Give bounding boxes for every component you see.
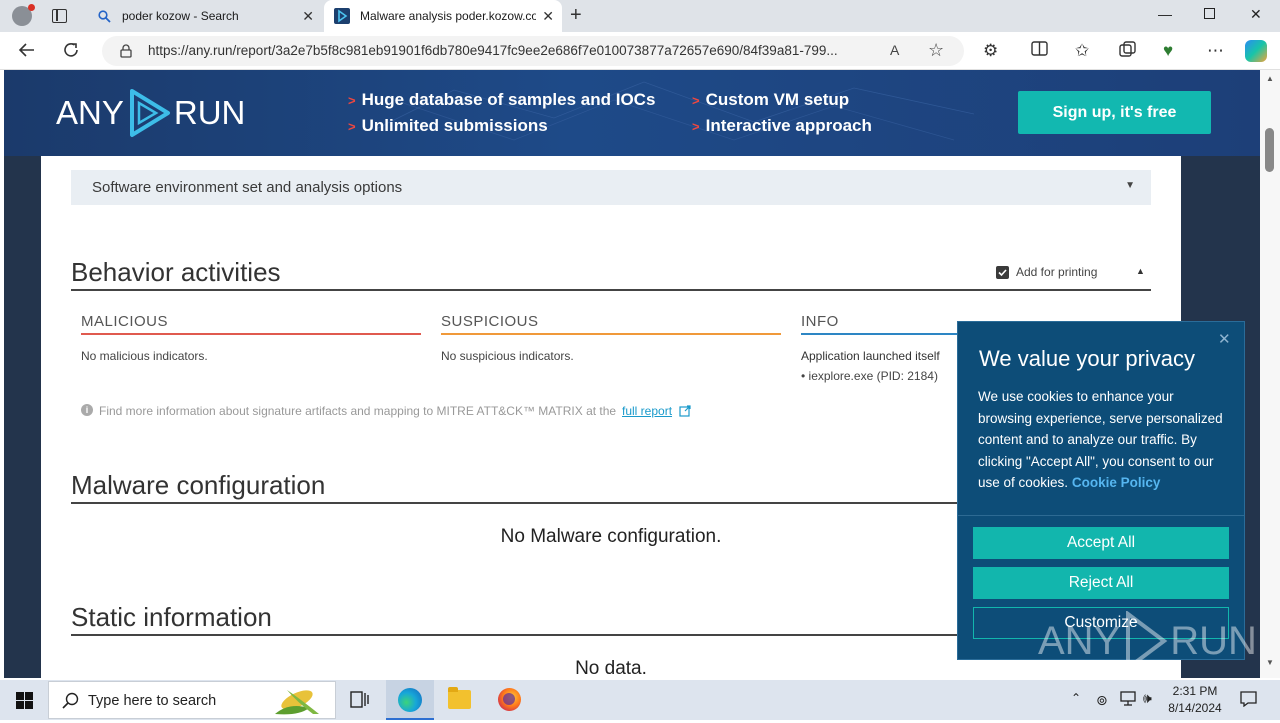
favorite-star-icon[interactable]: ☆ <box>928 40 944 61</box>
close-icon[interactable]: ✕ <box>1218 330 1231 348</box>
address-bar: https://any.run/report/3a2e7b5f8c981eb91… <box>0 32 1280 70</box>
close-window-icon[interactable]: ✕ <box>1250 6 1262 23</box>
world-map-decor <box>373 81 975 141</box>
malicious-line <box>81 333 421 335</box>
accept-all-button[interactable]: Accept All <box>973 527 1229 559</box>
banner-point: > Custom VM setup <box>692 90 850 109</box>
tab-search[interactable]: poder kozow - Search ✕ <box>86 0 322 32</box>
cookie-divider <box>958 515 1244 516</box>
page-scrollbar[interactable]: ▲ ▼ <box>1260 70 1280 678</box>
banner-point: > Interactive approach <box>692 116 872 135</box>
suspicious-line <box>441 333 781 335</box>
signup-button[interactable]: Sign up, it's free <box>1018 91 1211 134</box>
anyrun-watermark: ANY RUN <box>1038 608 1257 674</box>
collapse-icon[interactable]: ▲ <box>1136 266 1145 276</box>
corn-search-highlight-icon <box>269 684 327 718</box>
info-circle-icon: i <box>81 404 93 416</box>
scroll-down-icon[interactable]: ▼ <box>1266 658 1274 667</box>
network-icon[interactable] <box>1120 691 1136 711</box>
split-screen-icon[interactable] <box>1031 41 1048 61</box>
back-icon[interactable] <box>18 41 36 64</box>
tab-actions-icon[interactable] <box>52 9 67 23</box>
tray-app-icon[interactable]: ⊚ <box>1096 692 1108 709</box>
taskbar: Type here to search ⌃ ⊚ 🕪 2:31 PM 8/14/2… <box>0 680 1280 720</box>
extensions-icon[interactable]: ⚙ <box>983 41 998 61</box>
scrollbar-thumb[interactable] <box>1265 128 1274 172</box>
suspicious-heading: SUSPICIOUS <box>441 313 539 330</box>
task-view-icon[interactable] <box>350 691 369 713</box>
banner-point: > Huge database of samples and IOCs <box>348 90 656 109</box>
lock-icon[interactable] <box>120 44 132 63</box>
show-hidden-icons-icon[interactable]: ⌃ <box>1071 691 1081 705</box>
new-tab-icon[interactable]: + <box>570 4 582 27</box>
environment-options-label: Software environment set and analysis op… <box>92 179 403 196</box>
section-divider <box>71 289 1151 291</box>
more-menu-icon[interactable]: ⋯ <box>1207 41 1224 61</box>
mitre-note: Find more information about signature ar… <box>99 404 617 418</box>
static-info-text: No data. <box>575 658 647 678</box>
add-for-printing-label: Add for printing <box>1016 265 1098 279</box>
logo-text-right: RUN <box>173 94 246 131</box>
scroll-up-icon[interactable]: ▲ <box>1266 74 1274 83</box>
file-explorer-icon[interactable] <box>448 687 471 709</box>
info-text: Application launched itself <box>801 349 940 363</box>
chevron-down-icon[interactable]: ▼ <box>1125 180 1135 191</box>
malicious-heading: MALICIOUS <box>81 313 169 330</box>
performance-icon[interactable]: ♥ <box>1163 41 1173 61</box>
firefox-icon[interactable] <box>498 688 521 711</box>
info-item[interactable]: • iexplore.exe (PID: 2184) <box>801 369 938 383</box>
favorites-icon[interactable]: ✩ <box>1075 41 1089 61</box>
search-placeholder: Type here to search <box>88 693 217 709</box>
copilot-icon[interactable] <box>1245 40 1267 62</box>
promo-banner: ANY RUN > Huge database of samples and IO… <box>4 70 1260 156</box>
cookie-policy-link[interactable]: Cookie Policy <box>1072 475 1161 490</box>
windows-start-icon[interactable] <box>16 692 33 714</box>
behavior-title: Behavior activities <box>71 257 281 287</box>
tab-anyrun[interactable]: Malware analysis poder.kozow.co ✕ <box>324 0 562 32</box>
cookie-consent-dialog: ✕ We value your privacy We use cookies t… <box>957 321 1257 671</box>
full-report-link[interactable]: full report <box>622 404 672 418</box>
tab-title: poder kozow - Search <box>122 9 239 23</box>
restore-icon[interactable] <box>1204 8 1215 19</box>
refresh-icon[interactable] <box>62 41 80 64</box>
logo-play-icon <box>129 89 170 137</box>
search-icon <box>96 8 112 24</box>
environment-options-bar[interactable]: Software environment set and analysis op… <box>71 170 1151 205</box>
close-tab-icon[interactable]: ✕ <box>542 8 554 25</box>
search-icon <box>62 692 79 714</box>
banner-point: > Unlimited submissions <box>348 116 548 135</box>
minimize-icon[interactable]: — <box>1158 6 1172 22</box>
read-aloud-icon[interactable]: A <box>890 42 899 58</box>
malware-config-title: Malware configuration <box>71 470 326 500</box>
add-for-printing-checkbox[interactable] <box>996 266 1009 279</box>
cookie-body: We use cookies to enhance your browsing … <box>978 386 1230 494</box>
profile-icon[interactable] <box>12 4 35 26</box>
volume-icon[interactable]: 🕪 <box>1143 690 1152 707</box>
cookie-title: We value your privacy <box>979 346 1196 371</box>
malicious-text: No malicious indicators. <box>81 349 208 363</box>
static-info-title: Static information <box>71 602 272 632</box>
logo-text-left: ANY <box>56 94 124 131</box>
url-text: https://any.run/report/3a2e7b5f8c981eb91… <box>148 43 838 58</box>
edge-taskbar-icon[interactable] <box>386 680 434 720</box>
anyrun-favicon-icon <box>334 8 350 24</box>
external-link-icon[interactable] <box>679 404 691 422</box>
clock-date[interactable]: 8/14/2024 <box>1160 701 1230 715</box>
suspicious-text: No suspicious indicators. <box>441 349 574 363</box>
reject-all-button[interactable]: Reject All <box>973 567 1229 599</box>
clock-time[interactable]: 2:31 PM <box>1160 684 1230 698</box>
notifications-icon[interactable] <box>1240 691 1257 712</box>
close-tab-icon[interactable]: ✕ <box>302 8 314 25</box>
tab-bar: poder kozow - Search ✕ Malware analysis … <box>0 0 1280 32</box>
info-heading: INFO <box>801 313 839 330</box>
anyrun-logo[interactable]: ANY RUN <box>56 88 245 138</box>
collections-icon[interactable] <box>1119 41 1136 63</box>
url-field[interactable]: https://any.run/report/3a2e7b5f8c981eb91… <box>102 36 964 66</box>
taskbar-search-input[interactable]: Type here to search <box>48 681 336 719</box>
tab-title: Malware analysis poder.kozow.co <box>360 9 536 23</box>
